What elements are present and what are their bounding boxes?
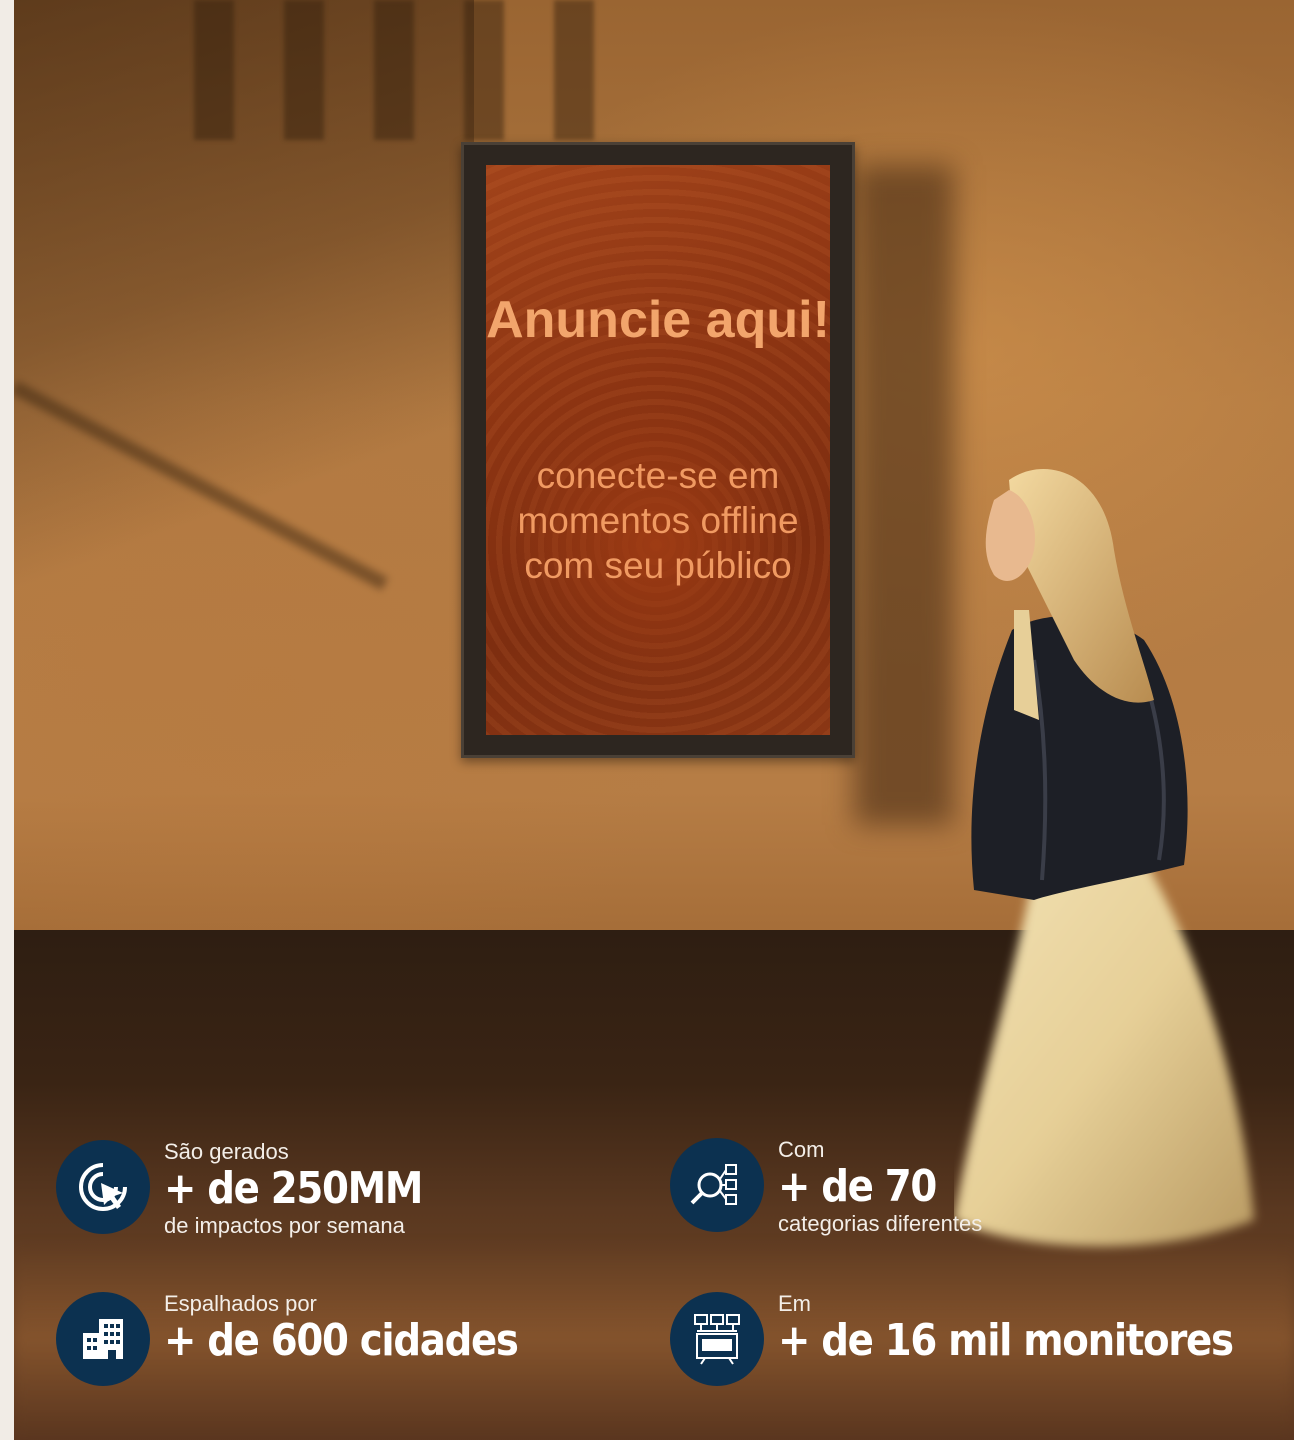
- stat-impacts-post: de impactos por semana: [164, 1213, 405, 1238]
- stat-categories-pre: Com: [778, 1137, 825, 1162]
- monitors-network-icon: [670, 1292, 764, 1386]
- stat-cities: Espalhados por + de 600 cidades: [56, 1292, 616, 1402]
- stat-categories-value: + de 70: [778, 1161, 937, 1212]
- stat-categories: Com + de 70 categorias diferentes: [670, 1138, 1230, 1248]
- billboard-shadow: [854, 165, 954, 825]
- stat-monitors-pre: Em: [778, 1291, 811, 1316]
- stat-cities-pre: Espalhados por: [164, 1291, 317, 1316]
- stat-monitors-value: + de 16 mil monitores: [778, 1315, 1234, 1366]
- billboard-headline: Anuncie aqui!: [486, 291, 830, 349]
- billboard-subline: conecte-se em momentos offline com seu p…: [517, 455, 799, 586]
- digital-billboard: Anuncie aqui! conecte-se em momentos off…: [461, 142, 855, 758]
- cursor-click-icon: [56, 1140, 150, 1234]
- stat-categories-post: categorias diferentes: [778, 1211, 983, 1236]
- stat-impacts-pre: São gerados: [164, 1139, 289, 1164]
- stat-cities-value: + de 600 cidades: [164, 1315, 519, 1366]
- stat-monitors: Em + de 16 mil monitores: [670, 1292, 1290, 1402]
- search-categories-icon: [670, 1138, 764, 1232]
- stat-impacts: São gerados + de 250MM de impactos por s…: [56, 1140, 556, 1250]
- window-shadow: [194, 0, 614, 140]
- billboard-screen: Anuncie aqui! conecte-se em momentos off…: [486, 165, 830, 735]
- buildings-icon: [56, 1292, 150, 1386]
- stat-impacts-value: + de 250MM: [164, 1163, 423, 1214]
